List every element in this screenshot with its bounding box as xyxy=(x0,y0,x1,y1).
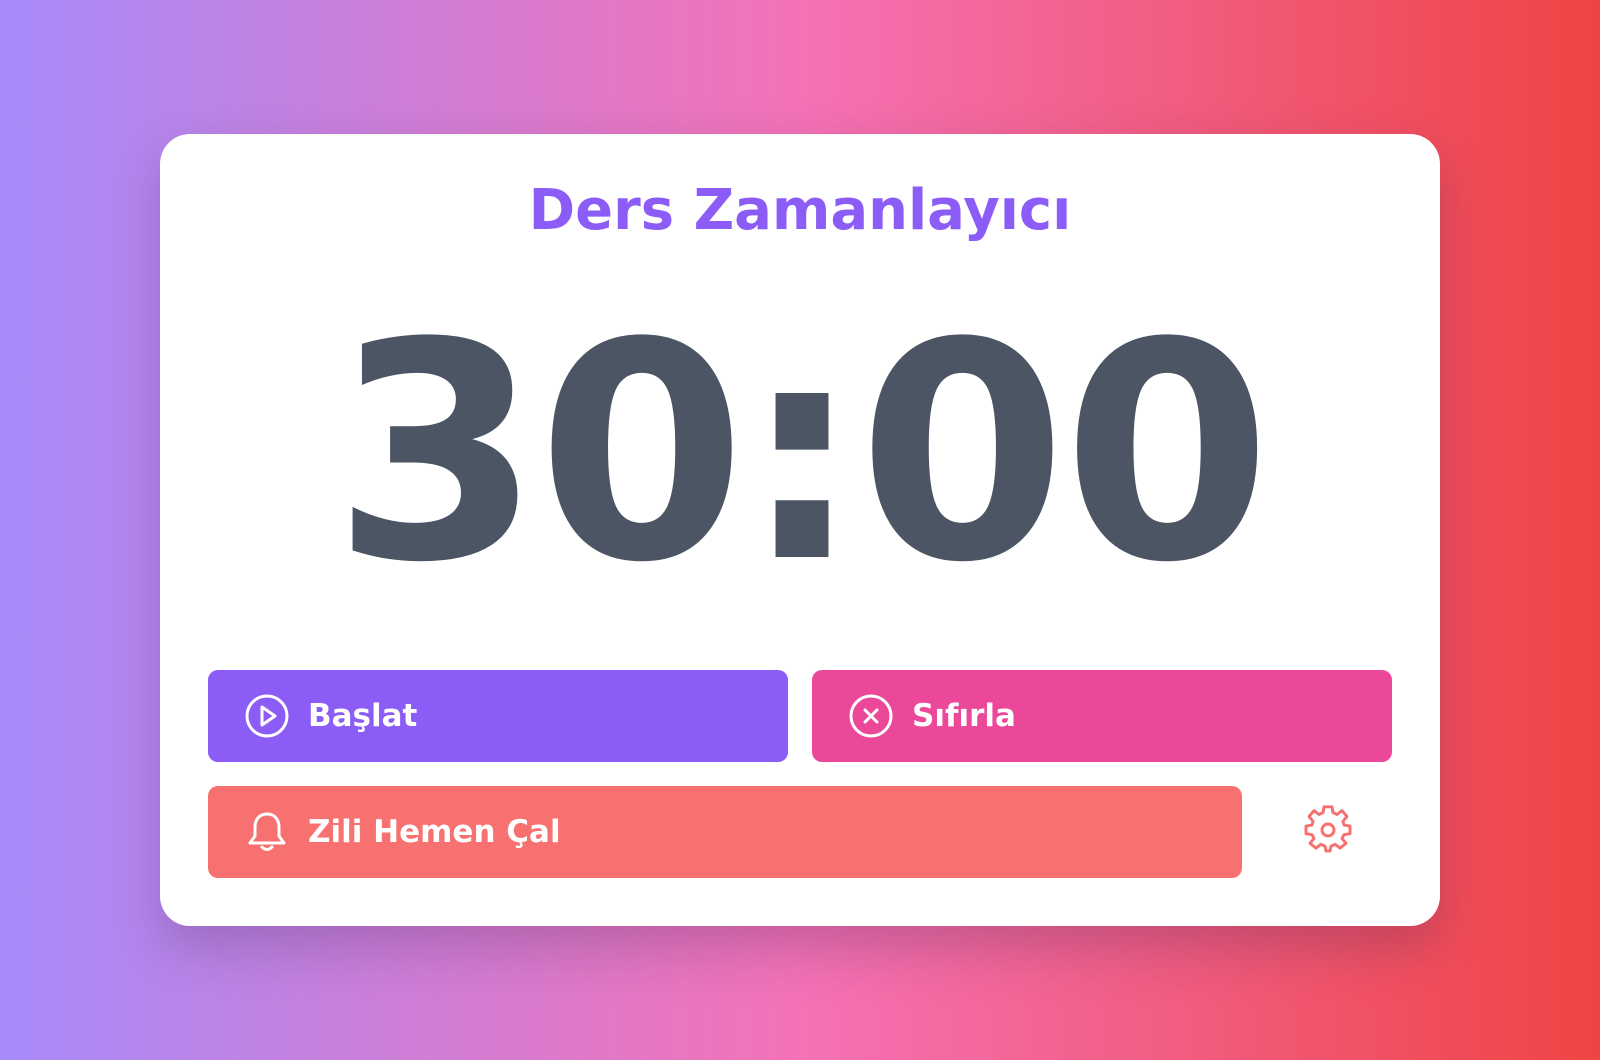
play-circle-icon xyxy=(244,693,290,739)
timer-display: 30:00 xyxy=(332,279,1272,628)
ring-bell-button-label: Zili Hemen Çal xyxy=(308,814,561,850)
timer-card: Ders Zamanlayıcı 30:00 Başlat Sıfırla Zi… xyxy=(160,134,1440,926)
reset-button[interactable]: Sıfırla xyxy=(812,670,1392,762)
ring-bell-button[interactable]: Zili Hemen Çal xyxy=(208,786,1242,878)
bell-icon xyxy=(244,809,290,855)
start-button[interactable]: Başlat xyxy=(208,670,788,762)
start-button-label: Başlat xyxy=(308,698,418,734)
x-circle-icon xyxy=(848,693,894,739)
gear-icon xyxy=(1303,805,1353,859)
reset-button-label: Sıfırla xyxy=(912,698,1016,734)
page-title: Ders Zamanlayıcı xyxy=(528,178,1072,243)
settings-button[interactable] xyxy=(1302,805,1354,859)
